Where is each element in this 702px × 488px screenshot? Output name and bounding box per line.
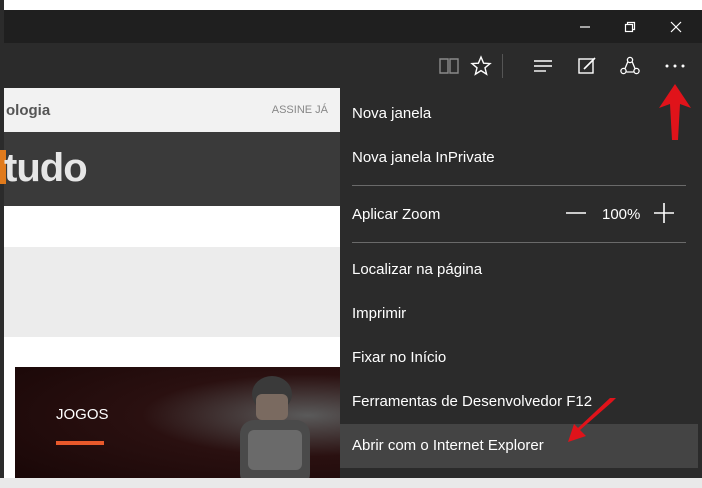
nav-category-link[interactable]: ologia: [6, 102, 50, 119]
card-accent-line: [56, 441, 104, 445]
site-logo-text[interactable]: tudo: [4, 146, 88, 191]
minimize-icon: [579, 25, 590, 28]
menu-separator: [352, 242, 686, 243]
ad-placeholder: [4, 247, 340, 337]
favorite-button[interactable]: [461, 43, 501, 88]
restore-icon: [624, 21, 635, 32]
menu-item-new-private-window[interactable]: Nova janela InPrivate: [352, 149, 495, 166]
web-note-button[interactable]: [567, 43, 607, 88]
close-button[interactable]: [653, 10, 698, 43]
toolbar-divider: [502, 54, 503, 78]
menu-item-zoom-label: Aplicar Zoom: [352, 206, 441, 223]
menu-item-new-window[interactable]: Nova janela: [352, 105, 431, 122]
card-category-label: JOGOS: [56, 406, 109, 423]
web-note-icon: [578, 56, 596, 74]
minimize-button[interactable]: [562, 10, 607, 43]
zoom-in-icon[interactable]: [652, 201, 676, 225]
hub-icon: [534, 59, 552, 72]
hub-button[interactable]: [523, 43, 563, 88]
book-icon: [439, 57, 459, 74]
menu-item-open-with-ie[interactable]: Abrir com o Internet Explorer: [352, 437, 544, 454]
menu-item-print[interactable]: Imprimir: [352, 305, 406, 322]
more-actions-button[interactable]: [655, 43, 695, 88]
ellipsis-icon: [665, 64, 685, 67]
menu-item-pin-to-start[interactable]: Fixar no Início: [352, 349, 446, 366]
more-actions-menu: [340, 88, 702, 480]
subscribe-link[interactable]: ASSINE JÁ: [272, 104, 328, 116]
share-icon: [620, 56, 640, 74]
window-left-edge: [0, 0, 4, 488]
window-bottom-edge: [0, 478, 702, 488]
zoom-out-icon[interactable]: [564, 201, 588, 225]
zoom-level: 100%: [602, 206, 641, 223]
annotation-arrow-down-left-icon: [568, 398, 616, 442]
menu-separator: [352, 185, 686, 186]
share-button[interactable]: [610, 43, 650, 88]
close-icon: [670, 21, 681, 32]
menu-item-dev-tools[interactable]: Ferramentas de Desenvolvedor F12: [352, 393, 592, 410]
star-icon: [470, 54, 492, 76]
soldier-image: [240, 376, 310, 488]
restore-button[interactable]: [607, 10, 652, 43]
menu-item-find-in-page[interactable]: Localizar na página: [352, 261, 482, 278]
annotation-arrow-up-icon: [659, 84, 691, 140]
